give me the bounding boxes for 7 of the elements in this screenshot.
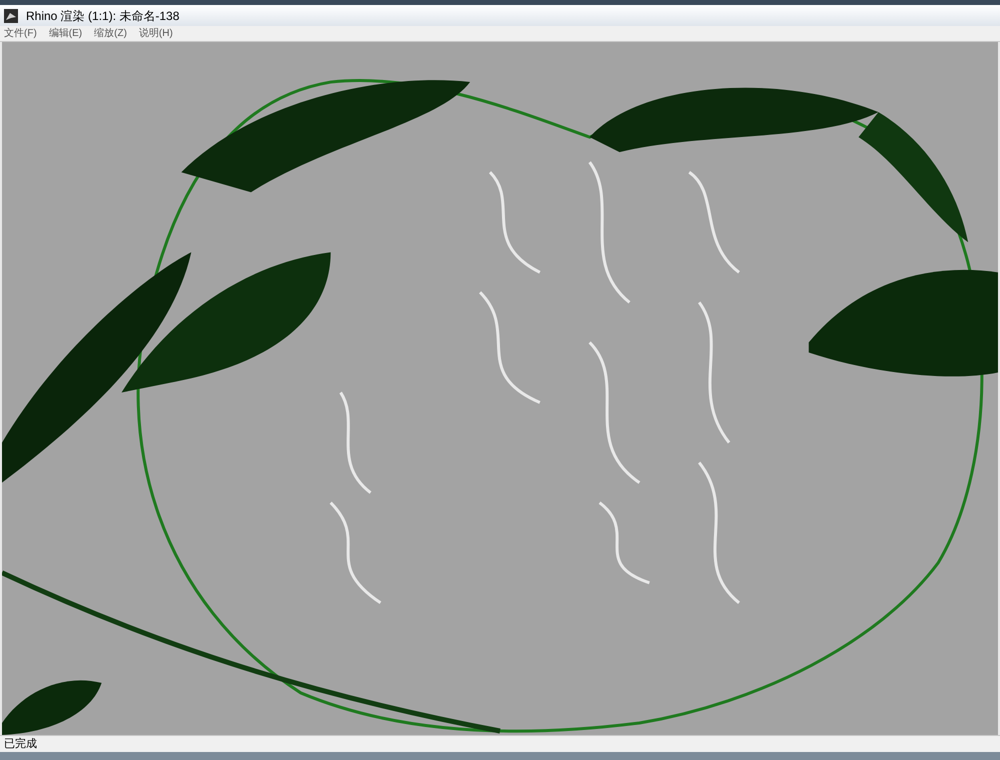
window-title: Rhino 渲染 (1:1): 未命名-138 xyxy=(26,8,180,24)
menu-item[interactable]: 说明(H) xyxy=(138,26,173,41)
menu-item[interactable]: 缩放(Z) xyxy=(94,26,127,41)
status-text: 已完成 xyxy=(4,736,37,752)
app-icon xyxy=(4,8,18,22)
menu-item[interactable]: 文件(F) xyxy=(4,26,37,41)
menu-item[interactable]: 编辑(E) xyxy=(48,26,82,41)
